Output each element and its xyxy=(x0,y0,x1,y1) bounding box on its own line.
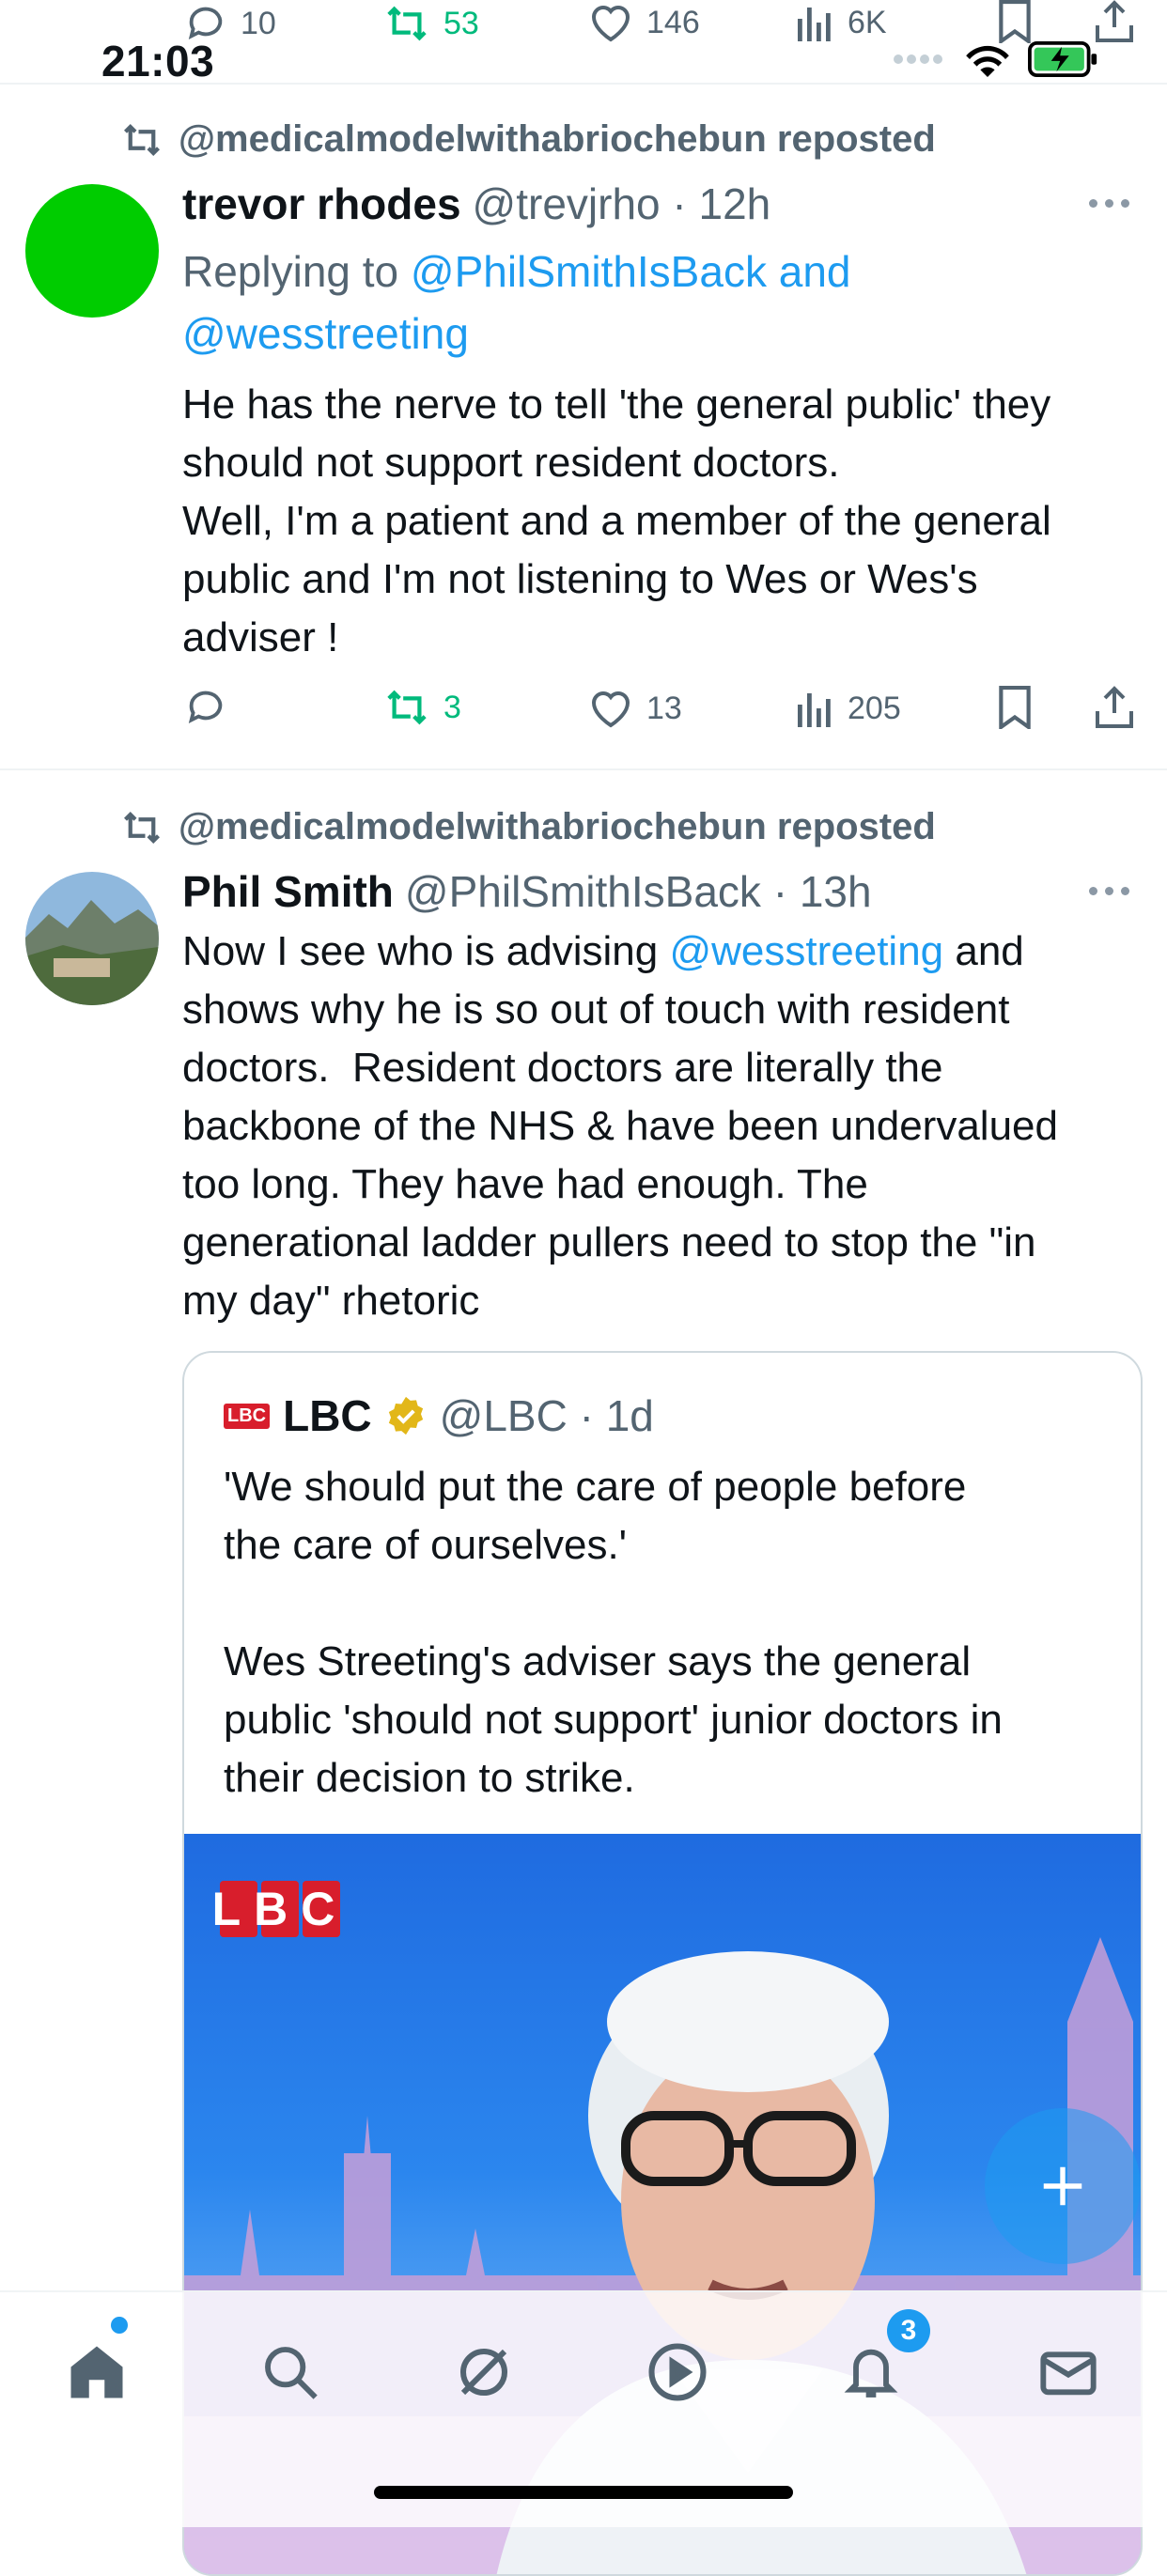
bookmark-icon xyxy=(999,686,1031,729)
repost-count: 3 xyxy=(443,689,461,725)
compose-button[interactable] xyxy=(985,2108,1141,2264)
nav-search[interactable] xyxy=(248,2330,333,2414)
author-handle-time[interactable]: @PhilSmithIsBack · 13h xyxy=(405,866,872,917)
reply-count: 10 xyxy=(241,5,276,41)
bookmark-button[interactable] xyxy=(996,686,1034,729)
replying-mention-1[interactable]: @PhilSmithIsBack and xyxy=(411,247,851,296)
repost-header-2[interactable]: @medicalmodelwithabriochebun reposted xyxy=(120,806,936,848)
author-handle-time[interactable]: @trevjrho · 12h xyxy=(473,178,771,229)
repost-count: 53 xyxy=(443,5,479,41)
avatar[interactable] xyxy=(25,184,159,318)
replying-mention-2[interactable]: @wesstreeting xyxy=(182,309,469,358)
media-logo-text: LBC xyxy=(212,1883,349,1935)
repost-label: @medicalmodelwithabriochebun reposted xyxy=(179,118,936,160)
top-share-button[interactable] xyxy=(1094,0,1135,43)
share-icon xyxy=(1096,686,1133,728)
view-count: 205 xyxy=(848,690,901,726)
replying-prefix: Replying to xyxy=(182,247,411,296)
bell-icon xyxy=(844,2349,898,2398)
lbc-logo: LBC xyxy=(224,1403,271,1429)
wifi-icon xyxy=(966,45,1009,77)
repost-icon xyxy=(387,690,427,725)
nav-video[interactable] xyxy=(635,2330,720,2414)
quoted-tweet-header: LBC LBC @LBC · 1d xyxy=(224,1390,654,1441)
view-count: 6K xyxy=(848,4,887,40)
heart-icon xyxy=(591,691,630,728)
search-icon xyxy=(265,2347,318,2399)
divider xyxy=(0,83,1167,85)
share-button[interactable] xyxy=(1094,686,1135,729)
home-icon xyxy=(70,2346,123,2398)
nav-messages[interactable] xyxy=(1026,2330,1111,2414)
repost-icon xyxy=(124,811,160,844)
quoted-handle-time: @LBC · 1d xyxy=(439,1391,654,1440)
repost-button[interactable]: 3 xyxy=(383,686,461,729)
tweet-header: Phil Smith @PhilSmithIsBack · 13h xyxy=(182,866,872,917)
repost-label: @medicalmodelwithabriochebun reposted xyxy=(179,806,936,847)
like-count: 146 xyxy=(646,4,700,40)
author-name[interactable]: trevor rhodes xyxy=(182,178,461,229)
signal-dots-icon xyxy=(894,54,942,64)
tweet-text-start: Now I see who is advising xyxy=(182,928,670,974)
views-icon xyxy=(798,8,831,41)
mention-link[interactable]: @wesstreeting xyxy=(669,928,943,974)
status-time: 21:03 xyxy=(101,37,215,85)
nav-grok[interactable] xyxy=(442,2330,526,2414)
more-icon xyxy=(1089,887,1097,895)
status-icons xyxy=(893,41,1099,77)
replying-to: Replying to @PhilSmithIsBack and @wesstr… xyxy=(182,241,850,365)
verified-badge-icon xyxy=(388,1396,423,1435)
share-icon xyxy=(1096,0,1133,42)
bookmark-icon xyxy=(999,0,1031,43)
plus-icon xyxy=(1043,2166,1082,2206)
top-bookmark-button[interactable] xyxy=(996,0,1034,43)
reply-button[interactable] xyxy=(184,686,227,729)
nav-home[interactable] xyxy=(54,2330,139,2414)
tweet-text-rest: and shows why he is so out of touch with… xyxy=(182,928,1058,1324)
top-like-action[interactable]: 146 xyxy=(588,2,700,43)
more-options-button[interactable] xyxy=(1089,887,1129,895)
play-icon xyxy=(648,2343,707,2401)
quoted-author-name: LBC xyxy=(283,1391,372,1440)
notification-badge: 3 xyxy=(887,2309,930,2352)
repost-header-1[interactable]: @medicalmodelwithabriochebun reposted xyxy=(120,118,936,161)
home-indicator[interactable] xyxy=(374,2486,793,2499)
views-icon xyxy=(798,693,831,727)
repost-icon xyxy=(124,123,160,156)
battery-charging-icon xyxy=(1028,41,1097,77)
views-button[interactable]: 205 xyxy=(795,688,901,729)
reply-icon xyxy=(188,691,223,723)
top-repost-action[interactable]: 53 xyxy=(383,2,479,45)
mail-icon xyxy=(1040,2351,1097,2396)
grok-icon xyxy=(459,2348,508,2397)
tweet-text: Now I see who is advising @wesstreeting … xyxy=(182,923,1131,1330)
top-views-action[interactable]: 6K xyxy=(795,2,887,43)
author-name[interactable]: Phil Smith xyxy=(182,866,394,917)
repost-icon xyxy=(387,6,427,41)
heart-icon xyxy=(591,6,630,42)
tweet-text: He has the nerve to tell 'the general pu… xyxy=(182,381,1051,660)
divider xyxy=(0,768,1167,770)
avatar-landscape-image xyxy=(25,872,159,1005)
home-unread-dot xyxy=(111,2317,128,2334)
tweet-header: trevor rhodes @trevjrho · 12h xyxy=(182,178,770,229)
more-options-button[interactable] xyxy=(1089,199,1129,208)
quoted-tweet-text: 'We should put the care of people before… xyxy=(224,1464,1003,1801)
avatar[interactable] xyxy=(25,872,159,1005)
like-count: 13 xyxy=(646,690,682,726)
more-icon xyxy=(1089,199,1097,208)
like-button[interactable]: 13 xyxy=(588,688,682,729)
